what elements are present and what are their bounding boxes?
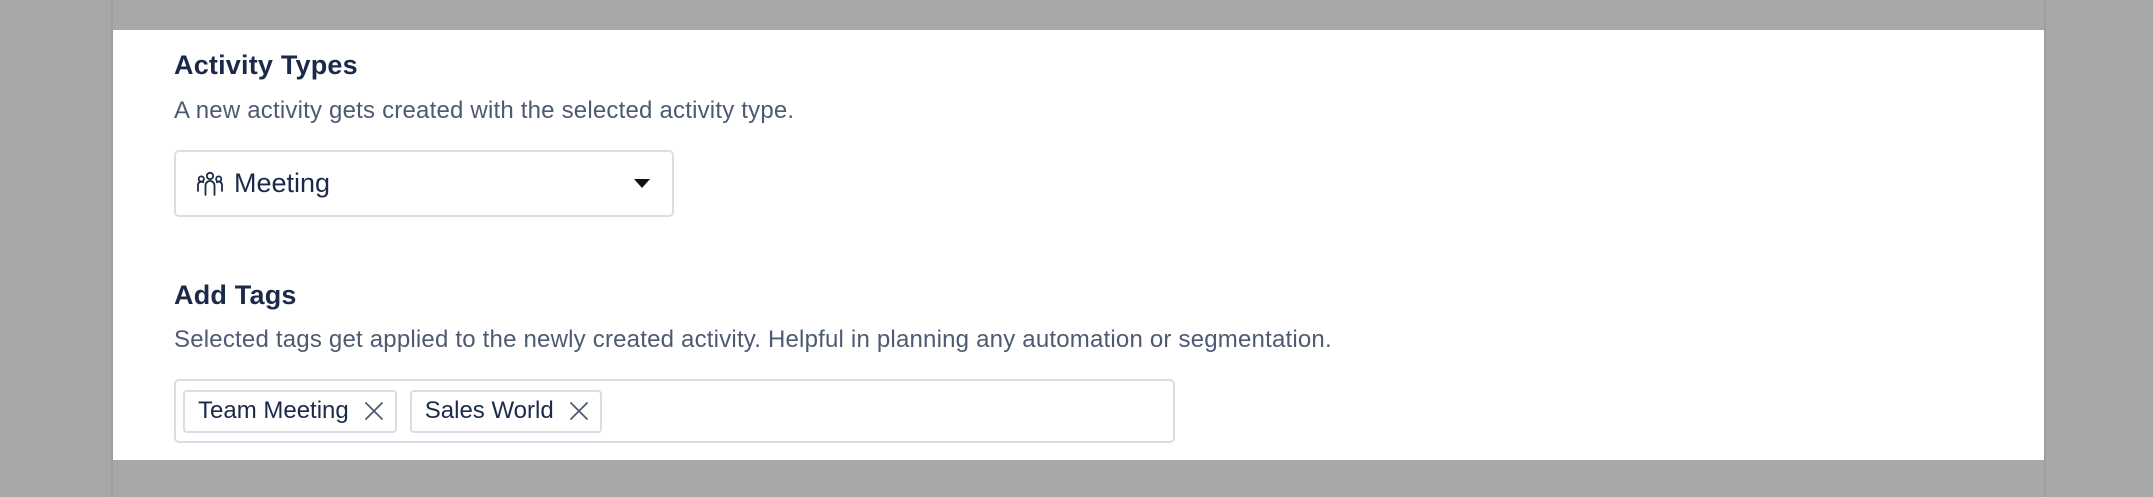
- add-tags-description: Selected tags get applied to the newly c…: [174, 326, 1332, 353]
- backdrop-left: [0, 0, 113, 497]
- tag-chip: Team Meeting: [183, 389, 397, 433]
- add-tags-title: Add Tags: [174, 280, 297, 310]
- settings-card: Activity Types A new activity gets creat…: [113, 30, 2044, 460]
- tags-input-field[interactable]: Team Meeting Sales World: [174, 379, 1175, 443]
- tag-label: Sales World: [424, 397, 554, 424]
- backdrop-right: [2044, 0, 2153, 497]
- close-icon[interactable]: [568, 400, 590, 422]
- tag-text-input[interactable]: [614, 390, 1173, 432]
- tag-chip: Sales World: [409, 389, 602, 433]
- people-group-icon: [195, 169, 225, 199]
- activity-type-select[interactable]: Meeting: [174, 150, 674, 217]
- tag-label: Team Meeting: [198, 397, 349, 424]
- activity-types-title: Activity Types: [174, 50, 358, 80]
- activity-type-selected-value: Meeting: [234, 168, 331, 198]
- activity-types-description: A new activity gets created with the sel…: [174, 97, 795, 124]
- caret-down-icon: [634, 178, 650, 188]
- close-icon[interactable]: [363, 400, 385, 422]
